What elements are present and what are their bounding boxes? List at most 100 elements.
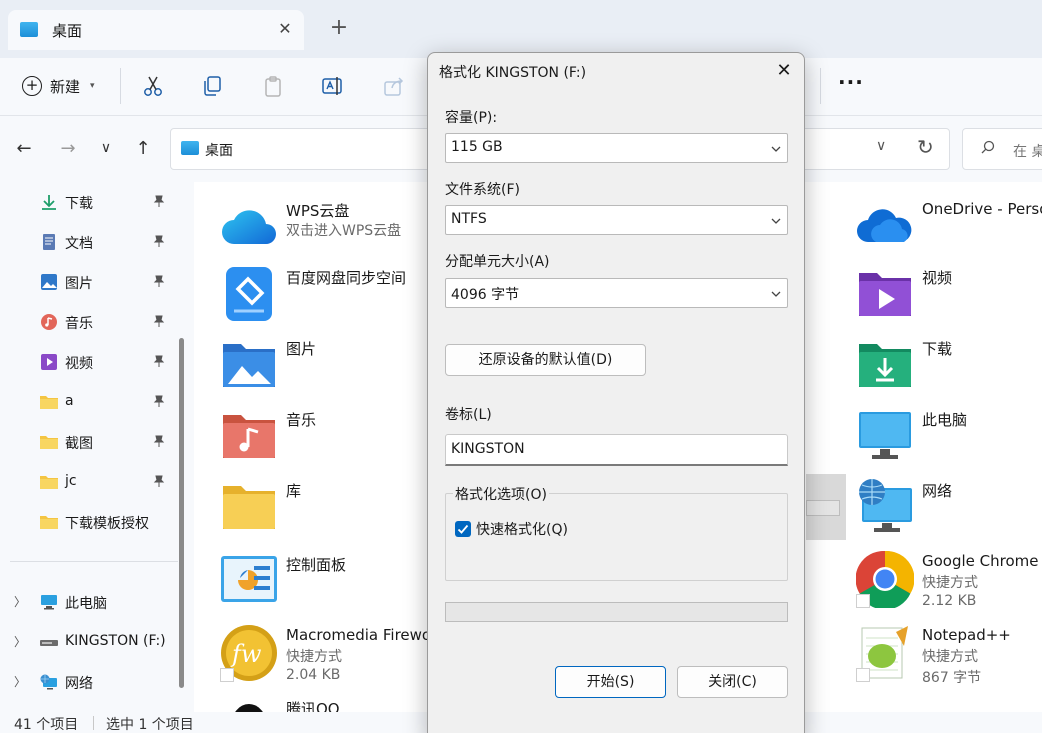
file-item-qq[interactable]: 腾讯QQ [220, 696, 440, 712]
start-button[interactable]: 开始(S) [555, 666, 666, 698]
chevron-right-icon[interactable]: 〉 [14, 633, 26, 650]
capacity-value: 115 GB [451, 139, 503, 155]
sidebar-item-label: 截图 [65, 436, 93, 452]
more-options-icon[interactable]: ··· [838, 70, 864, 94]
cut-icon[interactable] [141, 74, 165, 98]
volume-label-value: KINGSTON [451, 441, 525, 457]
allocation-unit-select[interactable]: 4096 字节 [445, 278, 788, 308]
pin-icon[interactable] [152, 474, 166, 488]
capacity-label: 容量(P): [445, 110, 498, 126]
file-name: OneDrive - Perso [922, 200, 1042, 218]
file-name: 音乐 [286, 411, 317, 429]
library-folder-icon [223, 486, 275, 529]
selection-count: 选中 1 个项目 [106, 717, 194, 733]
shortcut-arrow-icon [856, 594, 870, 608]
this-pc-icon [859, 412, 911, 459]
plus-icon: + [22, 76, 42, 96]
file-item-wps-cloud[interactable]: WPS云盘 双击进入WPS云盘 [220, 198, 440, 268]
chevron-right-icon[interactable]: 〉 [14, 673, 26, 690]
sidebar-item-folder-a[interactable]: a [0, 384, 178, 420]
up-arrow-icon[interactable]: ↑ [131, 138, 155, 159]
quick-format-label[interactable]: 快速格式化(Q) [476, 519, 568, 539]
tab-close-icon[interactable]: ✕ [274, 18, 296, 40]
sidebar-item-kingston-drive[interactable]: 〉 KINGSTON (F:) [0, 624, 178, 660]
paste-icon[interactable] [261, 74, 285, 98]
folder-icon [40, 396, 58, 409]
recent-locations-chevron-icon[interactable]: ∨ [94, 140, 118, 156]
file-item-onedrive[interactable]: OneDrive - Perso [856, 198, 1042, 268]
file-item-baidu-netdisk[interactable]: 百度网盘同步空间 [220, 265, 440, 335]
file-name: 百度网盘同步空间 [286, 269, 407, 287]
sidebar-item-documents[interactable]: 文档 [0, 224, 178, 260]
chevron-right-icon[interactable]: 〉 [14, 593, 26, 610]
pin-icon[interactable] [152, 194, 166, 208]
file-subtitle: 双击进入WPS云盘 [286, 223, 402, 239]
restore-defaults-button[interactable]: 还原设备的默认值(D) [445, 344, 646, 376]
file-size: 2.12 KB [922, 593, 977, 609]
copy-icon[interactable] [200, 74, 224, 98]
file-item-pictures[interactable]: 图片 [220, 336, 440, 406]
search-placeholder: 在 桌 [1013, 144, 1042, 160]
drive-icon [40, 640, 58, 646]
pin-icon[interactable] [152, 234, 166, 248]
wps-cloud-icon [222, 210, 276, 244]
capacity-select[interactable]: 115 GB [445, 133, 788, 163]
back-arrow-icon[interactable]: ← [12, 138, 36, 159]
downloads-folder-icon [859, 344, 911, 387]
new-button[interactable]: + 新建 ▾ [22, 71, 95, 101]
sidebar-item-jc[interactable]: jc [0, 464, 178, 500]
search-box[interactable]: 在 桌 [962, 128, 1042, 170]
file-item-notepad-plus-plus[interactable]: Notepad++ 快捷方式 867 字节 [856, 624, 1042, 694]
file-item-music[interactable]: 音乐 [220, 407, 440, 477]
file-item-videos[interactable]: 视频 [856, 265, 1042, 335]
share-icon[interactable] [382, 74, 406, 98]
file-name: 图片 [286, 340, 317, 358]
file-name: Notepad++ [922, 626, 1011, 644]
volume-label-input[interactable]: KINGSTON [445, 434, 788, 466]
forward-arrow-icon[interactable]: → [56, 138, 80, 159]
sidebar-item-pictures[interactable]: 图片 [0, 264, 178, 300]
sidebar-item-this-pc[interactable]: 〉 此电脑 [0, 584, 178, 620]
onedrive-icon [857, 209, 912, 242]
toolbar-divider [120, 68, 121, 104]
sidebar-item-videos[interactable]: 视频 [0, 344, 178, 380]
rename-icon[interactable] [321, 74, 345, 98]
file-name: WPS云盘 [286, 202, 350, 220]
filesystem-select[interactable]: NTFS [445, 205, 788, 235]
item-count: 41 个项目 [14, 717, 79, 733]
tab-desktop[interactable]: 桌面 ✕ [8, 10, 304, 50]
file-size: 2.04 KB [286, 667, 341, 683]
document-icon [43, 234, 55, 250]
file-name: 下载 [922, 340, 953, 358]
qq-icon [235, 704, 263, 712]
file-item-downloads[interactable]: 下载 [856, 336, 1042, 406]
close-button[interactable]: 关闭(C) [677, 666, 788, 698]
pin-icon[interactable] [152, 314, 166, 328]
sidebar-item-template-license[interactable]: 下载模板授权 [0, 504, 178, 540]
allocation-unit-label: 分配单元大小(A) [445, 254, 550, 270]
file-item-network[interactable]: 网络 [856, 478, 1042, 548]
sidebar-scrollbar[interactable] [179, 338, 184, 688]
file-item-library[interactable]: 库 [220, 478, 440, 548]
close-icon[interactable]: ✕ [772, 59, 796, 83]
pin-icon[interactable] [152, 354, 166, 368]
new-tab-button[interactable]: + [326, 17, 352, 39]
pin-icon[interactable] [152, 434, 166, 448]
file-item-google-chrome[interactable]: Google Chrome 快捷方式 2.12 KB [856, 550, 1042, 620]
sidebar-item-downloads[interactable]: 下载 [0, 184, 178, 220]
sidebar-item-label: 图片 [65, 276, 93, 292]
pin-icon[interactable] [152, 394, 166, 408]
pin-icon[interactable] [152, 274, 166, 288]
sidebar-item-screenshots[interactable]: 截图 [0, 424, 178, 460]
refresh-icon[interactable]: ↻ [917, 135, 934, 159]
sidebar-item-music[interactable]: 音乐 [0, 304, 178, 340]
checkmark-icon [457, 524, 469, 534]
shortcut-arrow-icon [856, 668, 870, 682]
tab-bar: 桌面 ✕ + [0, 0, 1042, 58]
sidebar-item-network[interactable]: 〉 网络 [0, 664, 178, 700]
quick-format-checkbox[interactable] [455, 521, 471, 537]
file-item-fireworks[interactable]: fw Macromedia Firewo 快捷方式 2.04 KB [220, 624, 440, 694]
file-item-control-panel[interactable]: 控制面板 [220, 552, 440, 622]
address-dropdown-chevron-icon[interactable]: ∨ [876, 138, 886, 154]
file-item-this-pc[interactable]: 此电脑 [856, 407, 1042, 477]
